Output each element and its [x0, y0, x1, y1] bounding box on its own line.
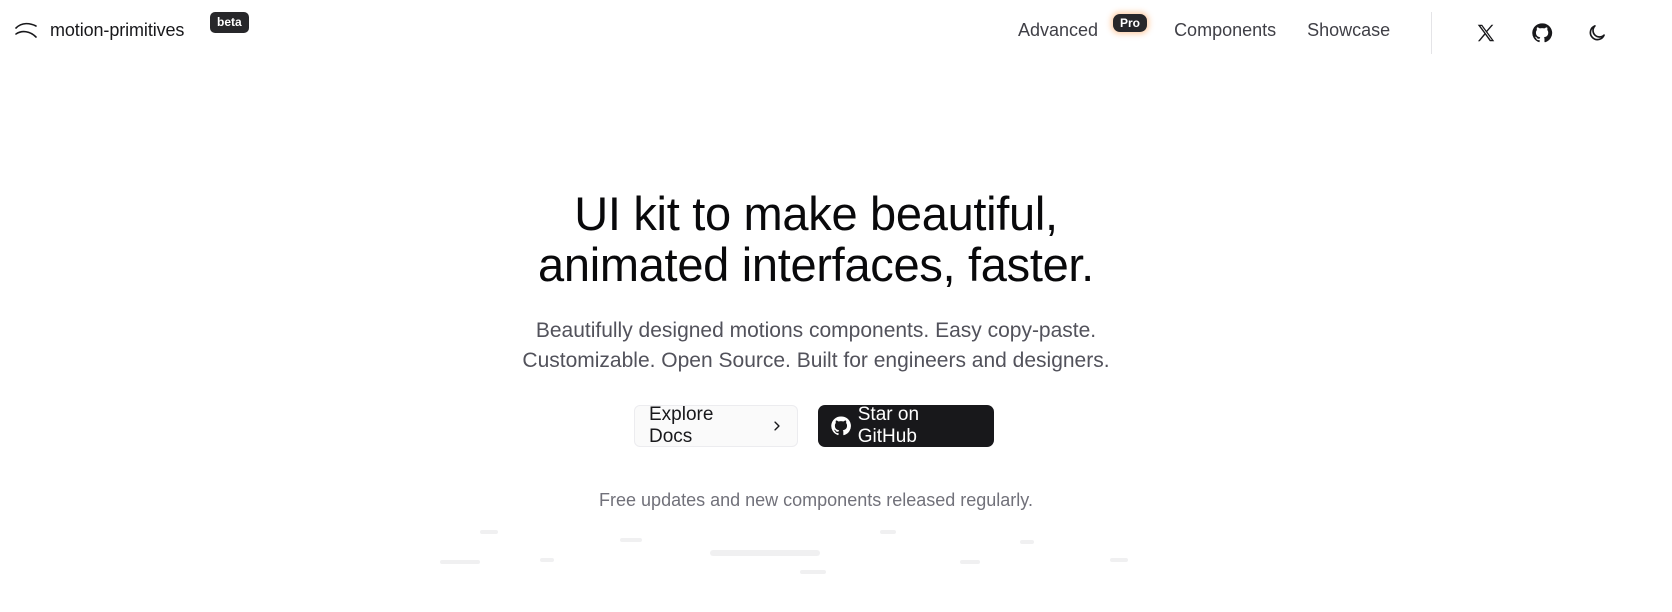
- github-icon: [831, 416, 851, 436]
- hero-subtitle-line-1: Beautifully designed motions components.…: [535, 319, 1097, 342]
- github-link-button[interactable]: [1530, 21, 1554, 45]
- pro-badge: Pro: [1113, 14, 1148, 32]
- explore-docs-label: Explore Docs: [649, 404, 714, 447]
- github-icon: [1532, 23, 1553, 43]
- nav-advanced-label: Advanced: [1018, 20, 1099, 40]
- hero-actions: Explore Docs Star on GitHub: [634, 404, 994, 447]
- moon-icon: [1589, 25, 1605, 41]
- nav-link-components[interactable]: Components: [1174, 20, 1276, 41]
- beta-badge: beta: [210, 12, 249, 33]
- hero-subtitle-line-2: Customizable. Open Source. Built for eng…: [522, 349, 1110, 372]
- chevron-right-icon: [773, 421, 780, 431]
- nav-link-advanced[interactable]: Advanced Pro: [1018, 14, 1148, 41]
- theme-toggle-button[interactable]: [1585, 21, 1609, 45]
- hero-title: UI kit to make beautiful, animated inter…: [0, 188, 1632, 290]
- star-on-github-button[interactable]: Star on GitHub: [818, 404, 994, 447]
- faded-component-preview: [440, 530, 1128, 574]
- updates-note: Free updates and new components released…: [599, 490, 1033, 510]
- hero-subtitle: Beautifully designed motions components.…: [0, 316, 1632, 376]
- explore-docs-button[interactable]: Explore Docs: [634, 404, 798, 447]
- star-on-github-label: Star on GitHub: [857, 404, 920, 447]
- x-logo-icon: [1477, 24, 1495, 42]
- nav-link-showcase[interactable]: Showcase: [1307, 20, 1390, 41]
- main-nav: Advanced Pro Components Showcase: [1018, 14, 1390, 41]
- logo-link[interactable]: motion-primitives: [14, 20, 184, 41]
- hero-title-line-1: UI kit to make beautiful,: [574, 187, 1058, 240]
- logo-icon: [15, 22, 37, 38]
- hero-title-line-2: animated interfaces, faster.: [538, 238, 1094, 291]
- x-link-button[interactable]: [1474, 21, 1498, 45]
- header-divider: [1431, 12, 1432, 54]
- logo-text: motion-primitives: [50, 20, 185, 40]
- site-header: motion-primitives beta Advanced Pro Comp…: [0, 0, 1672, 66]
